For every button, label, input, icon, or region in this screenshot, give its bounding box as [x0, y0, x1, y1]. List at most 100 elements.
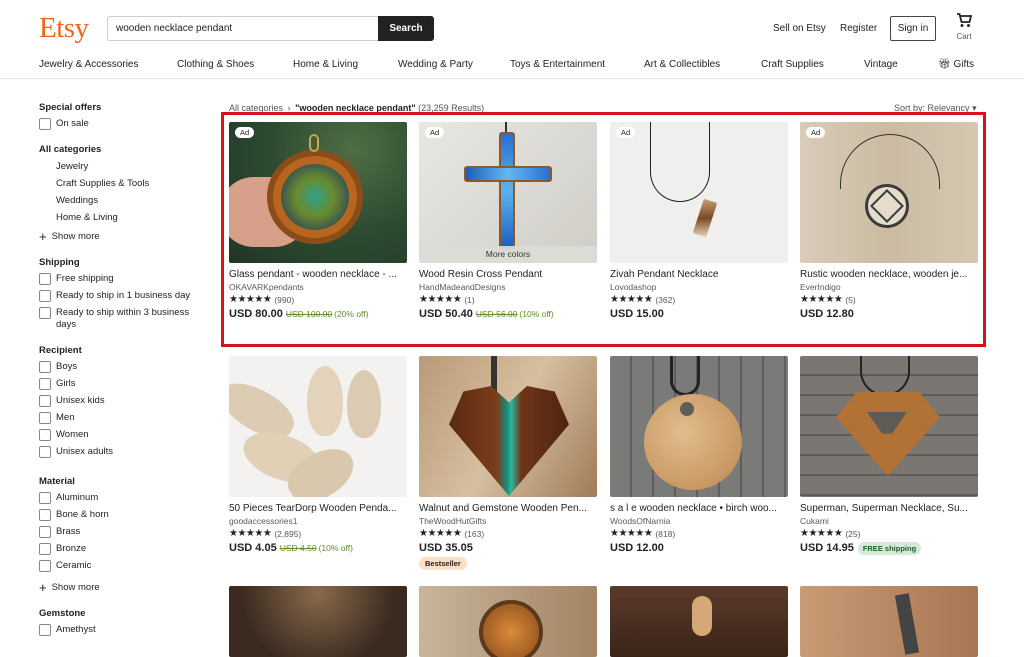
- checkbox[interactable]: [39, 526, 51, 538]
- checkbox[interactable]: [39, 412, 51, 424]
- listing-image[interactable]: Ad: [800, 122, 978, 263]
- rating: ★★★★★ (818): [610, 528, 676, 539]
- cart-icon: [957, 13, 973, 27]
- listing-card[interactable]: Ad Rustic wooden necklace, wooden je... …: [800, 122, 978, 320]
- listing-card[interactable]: Superman, Superman Necklace, Su... Cukam…: [800, 356, 978, 555]
- listing-card[interactable]: Ad Glass pendant - wooden necklace - ...…: [229, 122, 407, 320]
- filter-ready-3-days[interactable]: Ready to ship within 3 business days: [39, 307, 209, 331]
- nav-art-collectibles[interactable]: Art & Collectibles: [644, 59, 720, 70]
- listing-title[interactable]: s a l e wooden necklace • birch woo...: [610, 503, 788, 514]
- filter-free-shipping[interactable]: Free shipping: [39, 273, 209, 285]
- checkbox[interactable]: [39, 543, 51, 555]
- nav-jewelry-accessories[interactable]: Jewelry & Accessories: [39, 59, 138, 70]
- star-rating-icon: ★★★★★: [229, 294, 272, 305]
- category-nav: Jewelry & Accessories Clothing & Shoes H…: [0, 52, 1024, 79]
- shop-name: HandMadeandDesigns: [419, 282, 506, 292]
- star-rating-icon: ★★★★★: [800, 294, 843, 305]
- listing-card[interactable]: s a l e wooden necklace • birch woo... W…: [610, 356, 788, 554]
- material-show-more[interactable]: + Show more: [39, 579, 209, 595]
- checkbox[interactable]: [39, 492, 51, 504]
- signin-button[interactable]: Sign in: [890, 16, 936, 41]
- listing-title[interactable]: Superman, Superman Necklace, Su...: [800, 503, 978, 514]
- listing-image[interactable]: Ad: [229, 122, 407, 263]
- listing-title[interactable]: Zivah Pendant Necklace: [610, 269, 788, 280]
- filter-unisex-adults[interactable]: Unisex adults: [39, 446, 209, 458]
- nav-toys-entertainment[interactable]: Toys & Entertainment: [510, 59, 605, 70]
- listing-card[interactable]: [800, 586, 978, 657]
- checkbox[interactable]: [39, 429, 51, 441]
- nav-gifts[interactable]: 🎁︎ Gifts: [938, 59, 974, 70]
- price-line: USD 12.00: [610, 542, 664, 554]
- sell-on-etsy-link[interactable]: Sell on Etsy: [773, 23, 826, 34]
- listing-card[interactable]: [229, 586, 407, 657]
- listing-title[interactable]: Wood Resin Cross Pendant: [419, 269, 597, 280]
- checkbox[interactable]: [39, 509, 51, 521]
- listing-image[interactable]: [610, 586, 788, 657]
- filter-women[interactable]: Women: [39, 429, 209, 441]
- more-colors-label[interactable]: More colors: [419, 246, 597, 263]
- listing-image[interactable]: [419, 356, 597, 497]
- search-button[interactable]: Search: [378, 16, 434, 41]
- listing-title[interactable]: Glass pendant - wooden necklace - ...: [229, 269, 407, 280]
- checkbox[interactable]: [39, 624, 51, 636]
- filter-heading-gemstone: Gemstone: [39, 608, 86, 619]
- listing-card[interactable]: Ad Zivah Pendant Necklace Lovodashop ★★★…: [610, 122, 788, 320]
- plus-icon: +: [39, 579, 47, 595]
- checkbox[interactable]: [39, 361, 51, 373]
- checkbox[interactable]: [39, 290, 51, 302]
- checkbox[interactable]: [39, 560, 51, 572]
- checkbox[interactable]: [39, 118, 51, 130]
- filter-girls[interactable]: Girls: [39, 378, 209, 390]
- listing-image[interactable]: Ad More colors: [419, 122, 597, 263]
- listing-card[interactable]: [610, 586, 788, 657]
- filter-boys[interactable]: Boys: [39, 361, 209, 373]
- rating: ★★★★★ (990): [229, 294, 295, 305]
- cart-button[interactable]: Cart: [953, 13, 975, 41]
- listing-image[interactable]: [419, 586, 597, 657]
- filter-unisex-kids[interactable]: Unisex kids: [39, 395, 209, 407]
- star-rating-icon: ★★★★★: [610, 528, 653, 539]
- register-link[interactable]: Register: [840, 23, 877, 34]
- category-craft-supplies[interactable]: Craft Supplies & Tools: [39, 178, 209, 189]
- category-jewelry[interactable]: Jewelry: [39, 161, 209, 172]
- listing-card[interactable]: 50 Pieces TearDorp Wooden Penda... gooda…: [229, 356, 407, 554]
- listing-image[interactable]: [229, 586, 407, 657]
- listing-card[interactable]: Ad More colors Wood Resin Cross Pendant …: [419, 122, 597, 320]
- filter-ready-1-day[interactable]: Ready to ship in 1 business day: [39, 290, 209, 302]
- ad-badge: Ad: [235, 127, 255, 138]
- category-home-living[interactable]: Home & Living: [39, 212, 209, 223]
- listing-image[interactable]: [610, 356, 788, 497]
- categories-show-more[interactable]: + Show more: [39, 230, 209, 243]
- listing-card[interactable]: Walnut and Gemstone Wooden Pen... TheWoo…: [419, 356, 597, 570]
- checkbox[interactable]: [39, 307, 51, 319]
- rating: ★★★★★ (163): [419, 528, 485, 539]
- checkbox[interactable]: [39, 273, 51, 285]
- filter-ceramic[interactable]: Ceramic: [39, 560, 209, 572]
- listing-title[interactable]: 50 Pieces TearDorp Wooden Penda...: [229, 503, 407, 514]
- listing-image[interactable]: [800, 356, 978, 497]
- nav-vintage[interactable]: Vintage: [864, 59, 898, 70]
- filter-on-sale[interactable]: On sale: [39, 118, 209, 130]
- filter-bone-horn[interactable]: Bone & horn: [39, 509, 209, 521]
- nav-wedding-party[interactable]: Wedding & Party: [398, 59, 473, 70]
- etsy-logo[interactable]: Etsy: [39, 12, 89, 45]
- filter-aluminum[interactable]: Aluminum: [39, 492, 209, 504]
- search-input[interactable]: [107, 16, 379, 41]
- nav-clothing-shoes[interactable]: Clothing & Shoes: [177, 59, 254, 70]
- listing-image[interactable]: [800, 586, 978, 657]
- filter-brass[interactable]: Brass: [39, 526, 209, 538]
- listing-image[interactable]: [229, 356, 407, 497]
- filter-bronze[interactable]: Bronze: [39, 543, 209, 555]
- filter-amethyst[interactable]: Amethyst: [39, 624, 209, 636]
- category-weddings[interactable]: Weddings: [39, 195, 209, 206]
- filter-men[interactable]: Men: [39, 412, 209, 424]
- listing-title[interactable]: Walnut and Gemstone Wooden Pen...: [419, 503, 597, 514]
- checkbox[interactable]: [39, 378, 51, 390]
- checkbox[interactable]: [39, 395, 51, 407]
- listing-title[interactable]: Rustic wooden necklace, wooden je...: [800, 269, 978, 280]
- nav-craft-supplies[interactable]: Craft Supplies: [761, 59, 824, 70]
- checkbox[interactable]: [39, 446, 51, 458]
- listing-card[interactable]: [419, 586, 597, 657]
- nav-home-living[interactable]: Home & Living: [293, 59, 358, 70]
- listing-image[interactable]: Ad: [610, 122, 788, 263]
